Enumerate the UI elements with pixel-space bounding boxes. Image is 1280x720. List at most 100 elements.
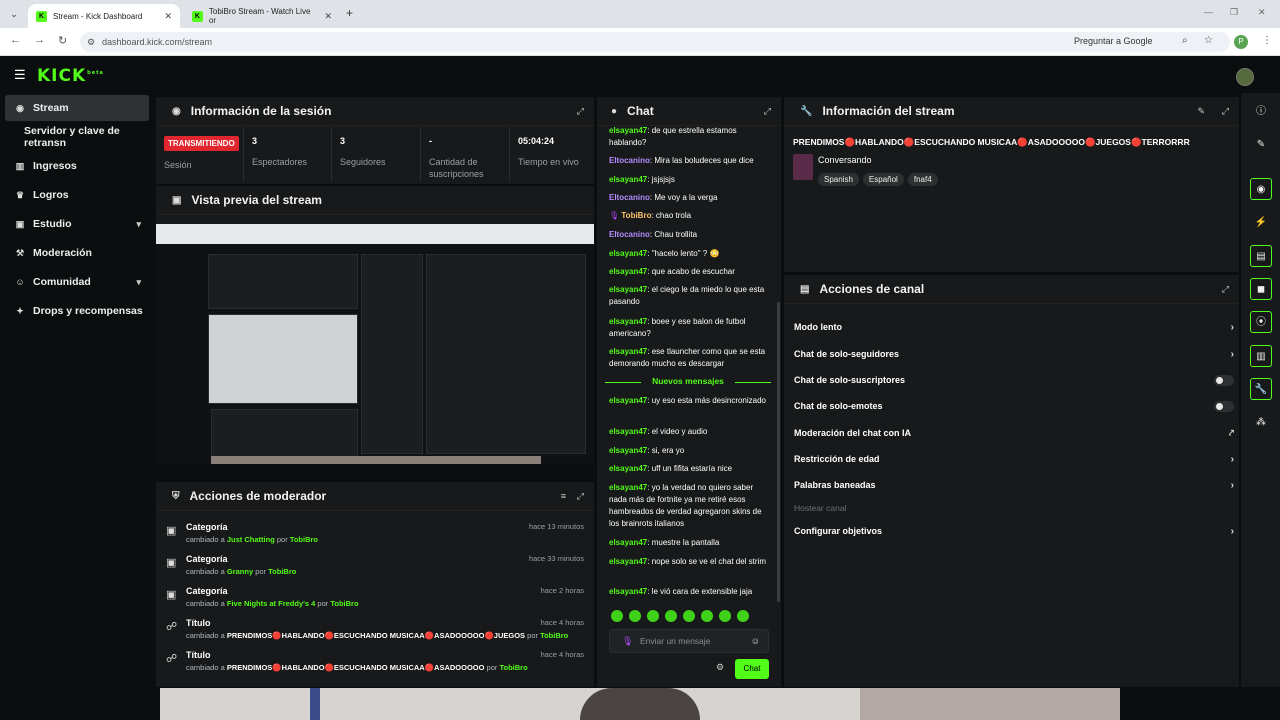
emote-icon[interactable] [629,610,641,622]
community-widget-icon[interactable]: ⁂ [1250,412,1272,434]
action-goals[interactable]: Configurar objetivos › [794,518,1234,544]
chat-widget-icon[interactable]: ◼ [1250,278,1272,300]
reload-icon[interactable]: ↻ [58,34,67,47]
chat-username[interactable]: Eltocanino [609,230,650,239]
chat-username[interactable]: elsayan47 [609,483,647,492]
detail-user[interactable]: TobiBro [330,599,358,608]
emoji-icon[interactable]: ☺ [751,630,760,652]
menu-icon[interactable]: ☰ [14,67,26,83]
sidebar-item-drops[interactable]: ✦ Drops y recompensas [5,298,149,324]
sidebar-item-stream[interactable]: ◉ Stream [5,95,149,121]
user-avatar[interactable] [1236,68,1254,86]
sidebar-item-logros[interactable]: ♛ Logros [5,182,149,208]
filter-icon[interactable]: ≡ [561,491,566,501]
kick-logo[interactable]: KICKbeta [37,66,104,86]
mic-icon[interactable]: 🎙 [622,630,633,652]
wrench-widget-icon[interactable]: 🔧 [1250,378,1272,400]
bookmark-star-icon[interactable]: ☆ [1204,35,1213,46]
browser-tab-stream[interactable]: K TobiBro Stream - Watch Live or ✕ [184,4,340,28]
chat-username[interactable]: elsayan47 [609,175,647,184]
subscribers-only-toggle[interactable] [1214,374,1234,386]
sidebar-item-comunidad[interactable]: ☺ Comunidad ▾ [5,269,149,295]
popout-icon[interactable]: ⤢ [1222,106,1229,117]
forward-icon[interactable]: → [34,34,45,46]
action-emotes-only: Chat de solo-emotes [794,393,1234,419]
stream-category[interactable]: Conversando [818,155,872,165]
chat-username[interactable]: elsayan47 [609,557,647,566]
lightning-icon[interactable]: ⚡ [1250,212,1272,234]
action-age-restriction[interactable]: Restricción de edad › [794,446,1234,472]
chat-username[interactable]: elsayan47 [609,249,647,258]
broadcast-widget-icon[interactable]: ⦿ [1250,311,1272,333]
chat-username[interactable]: elsayan47 [609,587,647,596]
detail-user[interactable]: TobiBro [268,567,296,576]
notes-widget-icon[interactable]: ▤ [1250,245,1272,267]
chat-username[interactable]: elsayan47 [609,464,647,473]
detail-user[interactable]: TobiBro [499,663,527,672]
tab-search-icon[interactable]: ⌄ [6,7,22,21]
info-icon[interactable]: ⓘ [1250,101,1272,123]
popout-icon[interactable]: ⤢ [764,106,771,117]
chat-scrollbar[interactable] [777,302,780,602]
close-tab-icon[interactable]: ✕ [324,11,332,22]
close-tab-icon[interactable]: ✕ [164,11,172,22]
chat-message-input[interactable]: 🎙 Enviar un mensaje ☺ [609,629,769,653]
maximize-icon[interactable]: ❐ [1230,7,1238,18]
minimize-icon[interactable]: — [1204,7,1213,17]
chat-username[interactable]: elsayan47 [609,317,647,326]
chat-username[interactable]: elsayan47 [609,267,647,276]
chat-username[interactable]: elsayan47 [609,396,647,405]
stream-preview-video[interactable] [156,224,594,484]
emote-icon[interactable] [701,610,713,622]
chat-username[interactable]: elsayan47 [609,126,647,135]
emote-icon[interactable] [647,610,659,622]
site-info-icon[interactable]: ⚙ [87,32,95,52]
stream-info-panel: 🔧 Información del stream ✎ ⤢ PRENDIMOS🔴HA… [784,97,1239,272]
chat-username[interactable]: elsayan47 [609,446,647,455]
send-chat-button[interactable]: Chat [735,659,769,679]
emote-icon[interactable] [665,610,677,622]
emote-icon[interactable] [719,610,731,622]
back-icon[interactable]: ← [10,34,21,46]
close-window-icon[interactable]: ✕ [1258,7,1266,18]
sidebar-item-server-key[interactable]: Servidor y clave de retransn [5,124,149,150]
chat-username[interactable]: elsayan47 [609,347,647,356]
action-label: Restricción de edad [794,454,880,464]
edit-pencil-icon[interactable]: ✎ [1197,106,1205,117]
chat-username[interactable]: TobiBro [621,211,651,220]
popout-icon[interactable]: ⤢ [577,491,584,502]
chat-username[interactable]: elsayan47 [609,427,647,436]
sidebar-item-label: Comunidad [33,276,91,288]
zoom-icon[interactable]: ⌕ [1182,35,1188,46]
action-slow-mode[interactable]: Modo lento › [794,314,1234,340]
profile-avatar[interactable]: P [1234,35,1248,49]
chat-username[interactable]: Eltocanino [609,193,650,202]
chat-username[interactable]: elsayan47 [609,538,647,547]
sidebar-item-estudio[interactable]: ▣ Estudio ▾ [5,211,149,237]
sidebar-item-moderacion[interactable]: ⚒ Moderación [5,240,149,266]
chat-username[interactable]: elsayan47 [609,285,647,294]
session-widget-icon[interactable]: ◉ [1250,178,1272,200]
browser-tab-dashboard[interactable]: K Stream - Kick Dashboard ✕ [28,4,180,28]
edit-icon[interactable]: ✎ [1250,134,1272,156]
popout-icon[interactable]: ⤢ [577,106,584,117]
chat-username[interactable]: Eltocanino [609,156,650,165]
mod-actions-panel: ⛨ Acciones de moderador ≡ ⤢ ▣ Categoría cam… [156,482,594,687]
emotes-only-toggle[interactable] [1214,400,1234,412]
sidebar-item-ingresos[interactable]: ▥ Ingresos [5,153,149,179]
server-widget-icon[interactable]: ▥ [1250,345,1272,367]
browser-menu-icon[interactable]: ⋮ [1262,35,1272,46]
action-followers-only[interactable]: Chat de solo-seguidores › [794,341,1234,367]
popout-icon[interactable]: ⤢ [1222,284,1229,295]
detail-user[interactable]: TobiBro [290,535,318,544]
panel-title: Información de la sesión [190,104,332,118]
emote-icon[interactable] [611,610,623,622]
ask-google-button[interactable]: Preguntar a Google [1074,36,1153,46]
detail-user[interactable]: TobiBro [540,631,568,640]
action-ai-moderation[interactable]: Moderación del chat con IA ⤤ [794,420,1234,446]
chat-settings-gear-icon[interactable]: ⚙ [716,662,724,673]
url-field[interactable]: ⚙ dashboard.kick.com/stream [80,32,1230,52]
emote-icon[interactable] [683,610,695,622]
emote-icon[interactable] [737,610,749,622]
new-tab-button[interactable]: + [346,6,353,20]
